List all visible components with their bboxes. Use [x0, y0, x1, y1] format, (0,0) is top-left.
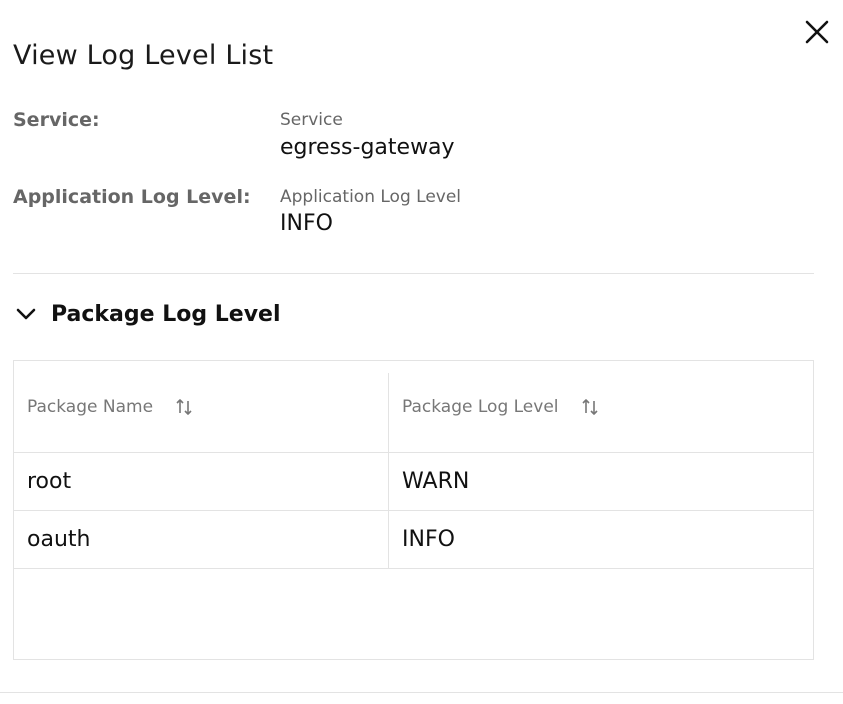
package-name-cell: oauth	[27, 527, 91, 552]
close-icon	[805, 20, 829, 44]
column-divider	[388, 511, 389, 568]
section-divider	[13, 273, 814, 274]
service-label: Service:	[13, 109, 100, 131]
app-log-level-caption: Application Log Level	[280, 187, 462, 207]
column-header-label: Package Log Level	[402, 396, 559, 417]
log-level-dialog: View Log Level List Service: Service egr…	[0, 0, 843, 704]
package-section-toggle[interactable]: Package Log Level	[13, 298, 281, 330]
package-log-level-cell: INFO	[402, 527, 455, 552]
service-caption: Service	[280, 110, 343, 130]
app-log-level-value: INFO	[280, 211, 333, 236]
package-name-cell: root	[27, 469, 72, 494]
sort-icon[interactable]	[581, 398, 599, 416]
close-button[interactable]	[803, 18, 831, 46]
chevron-down-icon	[16, 308, 36, 320]
service-value: egress-gateway	[280, 135, 455, 160]
package-section-title: Package Log Level	[51, 301, 281, 327]
table-row: root WARN	[14, 453, 813, 511]
dialog-title: View Log Level List	[13, 40, 274, 71]
package-log-level-cell: WARN	[402, 469, 470, 494]
column-divider	[388, 453, 389, 510]
package-log-level-table: Package Name Package Log Level root WARN…	[13, 360, 814, 660]
table-row: oauth INFO	[14, 511, 813, 569]
column-divider	[388, 373, 389, 452]
column-header-package-log-level[interactable]: Package Log Level	[402, 361, 802, 452]
table-header: Package Name Package Log Level	[14, 361, 813, 453]
app-log-level-label: Application Log Level:	[13, 186, 251, 208]
column-header-label: Package Name	[27, 396, 154, 417]
column-header-package-name[interactable]: Package Name	[27, 361, 387, 452]
footer-divider	[0, 692, 843, 693]
sort-icon[interactable]	[175, 398, 193, 416]
